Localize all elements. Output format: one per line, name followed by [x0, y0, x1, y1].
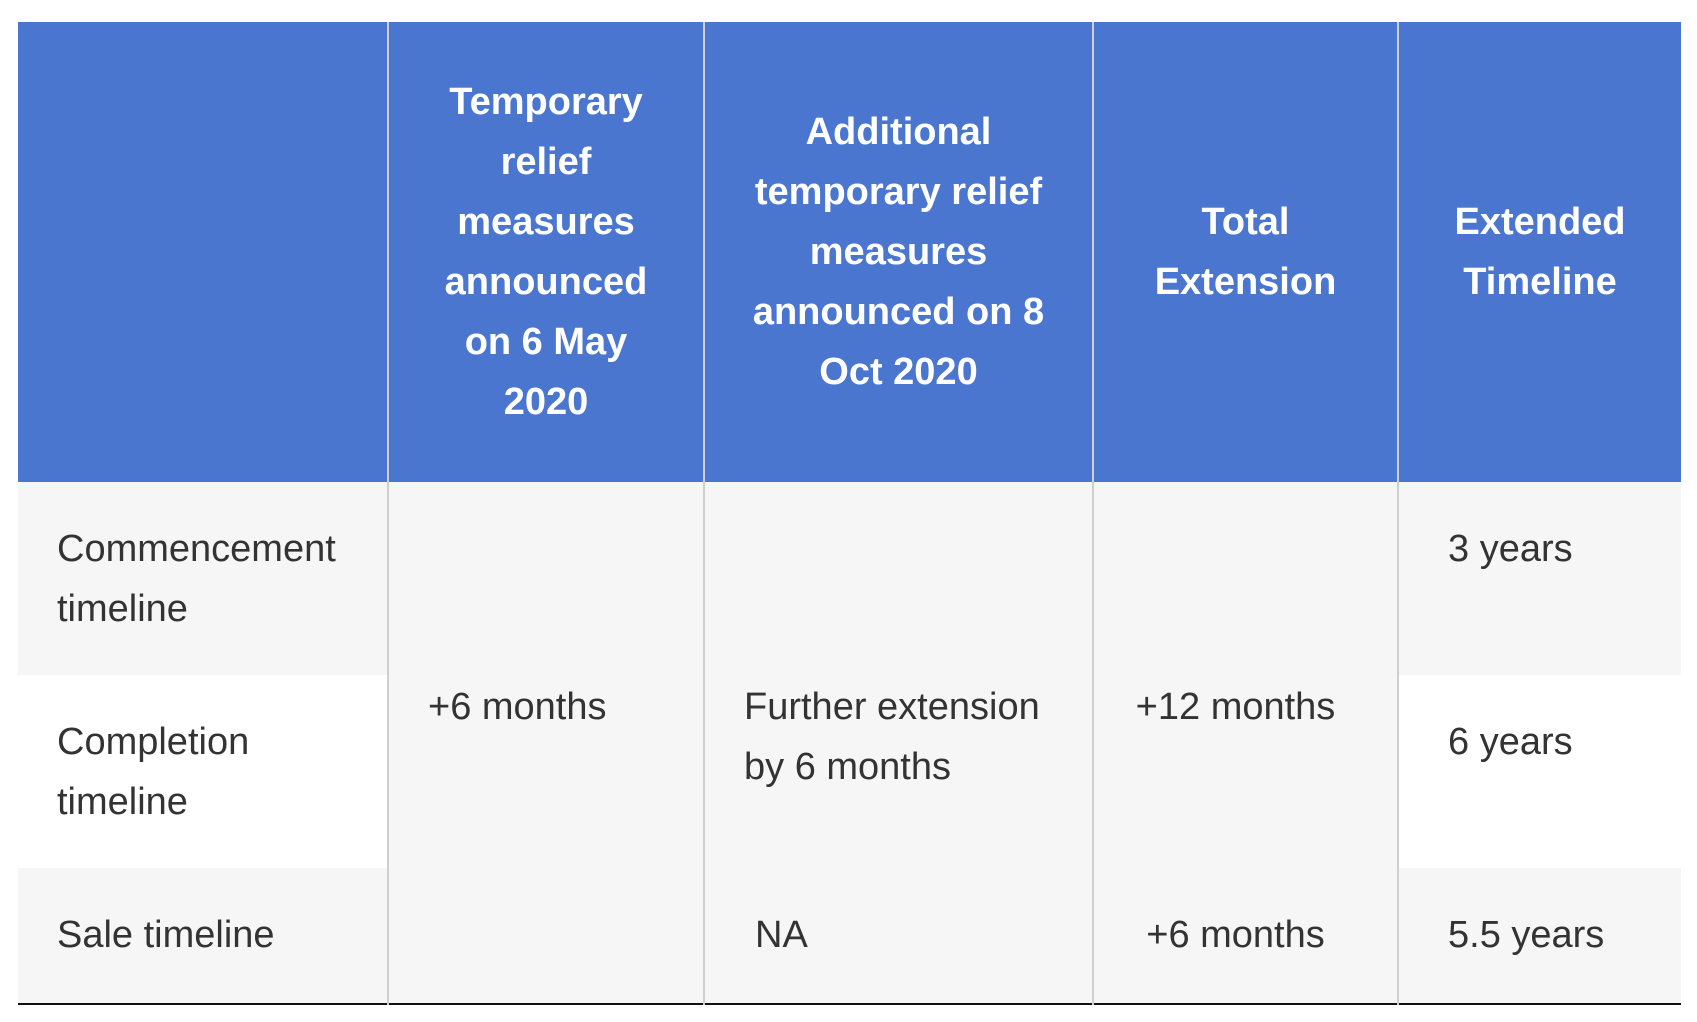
header-extended-timeline: Extended Timeline: [1397, 22, 1681, 482]
total-extension-cell: +6 months: [1092, 868, 1398, 1004]
header-temporary-relief: Temporary relief measures announced on 6…: [387, 22, 704, 482]
table-row: Commencement timeline +6 months Further …: [18, 482, 1681, 1004]
extended-timeline-cell: 5.5 years: [1397, 868, 1681, 1004]
header-total-extension: Total Extension: [1092, 22, 1398, 482]
row-label: Commencement timeline: [18, 482, 388, 675]
additional-relief-cell: NA: [703, 868, 1093, 1004]
extended-timeline-cell: 6 years: [1397, 675, 1681, 868]
total-extension-cell: +12 months: [1092, 482, 1398, 868]
header-empty: [18, 22, 388, 482]
temporary-relief-cell: +6 months: [387, 482, 704, 1004]
extended-timeline-cell: 3 years: [1397, 482, 1681, 675]
row-label: Completion timeline: [18, 675, 388, 868]
relief-measures-table: Temporary relief measures announced on 6…: [18, 22, 1681, 1005]
table-row: Sale timeline NA +6 months 5.5 years: [18, 868, 1681, 1004]
row-label: Sale timeline: [18, 868, 388, 1004]
header-row: Temporary relief measures announced on 6…: [18, 22, 1681, 482]
header-additional-relief: Additional temporary relief measures ann…: [703, 22, 1093, 482]
additional-relief-cell: Further extension by 6 months: [703, 482, 1093, 868]
